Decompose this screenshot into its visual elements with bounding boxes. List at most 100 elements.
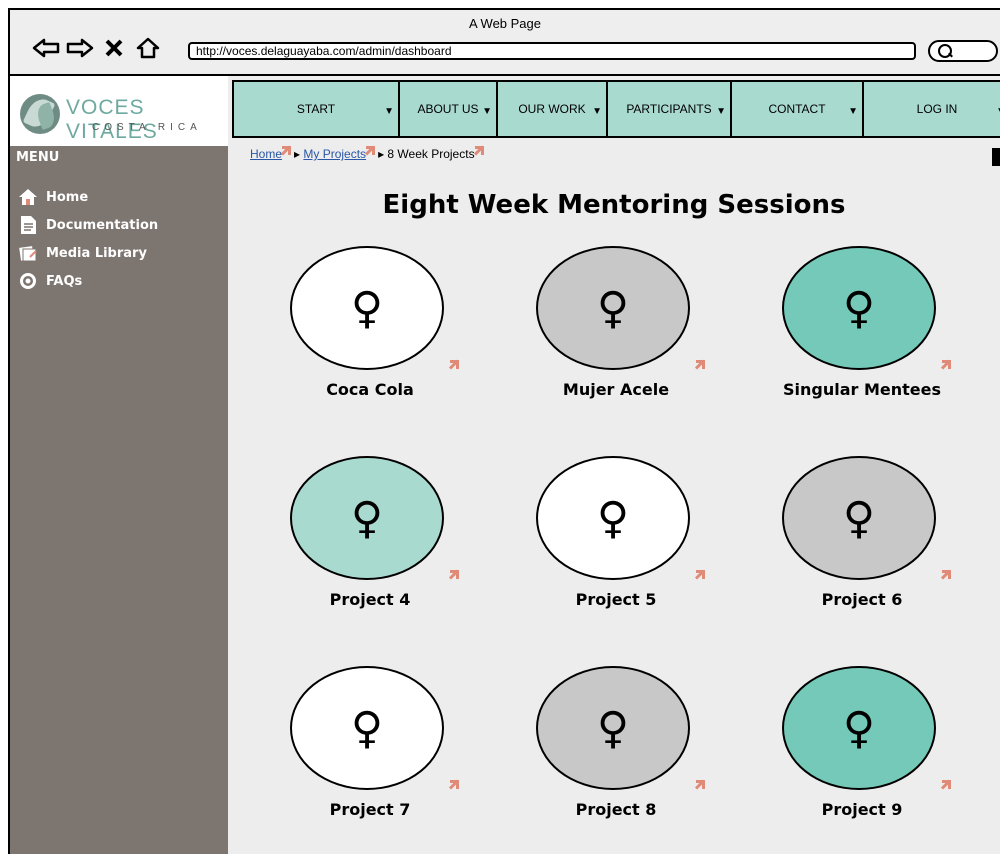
project-card[interactable]: ♀ Mujer Acele bbox=[526, 246, 706, 416]
project-card[interactable]: ♀ Project 6 bbox=[772, 456, 952, 626]
project-card[interactable]: ♀ Project 7 bbox=[280, 666, 460, 836]
project-card[interactable]: ♀ Project 8 bbox=[526, 666, 706, 836]
browser-nav-buttons bbox=[32, 36, 162, 60]
breadcrumb-separator-icon: ▸ bbox=[294, 147, 304, 161]
project-label[interactable]: Project 5 bbox=[506, 590, 726, 609]
nav-label: ABOUT US bbox=[417, 102, 479, 116]
project-card[interactable]: ♀ Project 9 bbox=[772, 666, 952, 836]
site-logo[interactable]: VOCES VITALES COSTA RICA bbox=[10, 76, 228, 146]
link-arrow-icon bbox=[696, 570, 708, 582]
project-label[interactable]: Project 6 bbox=[752, 590, 972, 609]
sidebar-item-label: Documentation bbox=[46, 217, 159, 233]
media-library-icon bbox=[18, 244, 38, 262]
breadcrumb-current: 8 Week Projects bbox=[387, 147, 475, 161]
breadcrumb-projects-link[interactable]: My Projects bbox=[303, 147, 366, 161]
nav-log-in[interactable]: LOG IN ▼ bbox=[862, 80, 1000, 138]
stop-icon[interactable] bbox=[100, 36, 128, 60]
link-arrow-icon bbox=[450, 780, 462, 792]
forward-icon[interactable] bbox=[66, 36, 94, 60]
project-card[interactable]: ♀ Singular Mentees bbox=[772, 246, 952, 416]
project-avatar[interactable]: ♀ bbox=[290, 456, 444, 580]
female-icon: ♀ bbox=[596, 282, 630, 334]
chevron-down-icon: ▼ bbox=[996, 106, 1000, 117]
female-icon: ♀ bbox=[350, 282, 384, 334]
project-label[interactable]: Project 7 bbox=[260, 800, 480, 819]
logo-name: VOCES VITALES bbox=[66, 96, 158, 143]
project-avatar[interactable]: ♀ bbox=[536, 456, 690, 580]
sidebar-item-label: FAQs bbox=[46, 273, 83, 289]
project-avatar[interactable]: ♀ bbox=[290, 666, 444, 790]
nav-contact[interactable]: CONTACT ▼ bbox=[730, 80, 864, 138]
logo-mark-icon bbox=[20, 94, 60, 134]
project-card[interactable]: ♀ Project 5 bbox=[526, 456, 706, 626]
sidebar-title: MENU bbox=[16, 150, 60, 165]
female-icon: ♀ bbox=[842, 702, 876, 754]
browser-search[interactable] bbox=[928, 40, 998, 62]
female-icon: ♀ bbox=[596, 702, 630, 754]
sidebar-item-label: Home bbox=[46, 189, 89, 205]
back-icon[interactable] bbox=[32, 36, 60, 60]
link-arrow-icon bbox=[366, 146, 378, 158]
sidebar-item-faqs[interactable]: FAQs bbox=[18, 270, 82, 292]
link-arrow-icon bbox=[942, 570, 954, 582]
female-icon: ♀ bbox=[350, 492, 384, 544]
chevron-down-icon: ▼ bbox=[592, 106, 602, 117]
home-icon bbox=[18, 188, 38, 206]
project-avatar[interactable]: ♀ bbox=[782, 666, 936, 790]
sidebar: MENU Home Documentation Media Library FA… bbox=[10, 146, 228, 854]
female-icon: ♀ bbox=[842, 492, 876, 544]
chevron-down-icon: ▼ bbox=[848, 106, 858, 117]
chevron-down-icon: ▼ bbox=[716, 106, 726, 117]
nav-label: START bbox=[296, 102, 336, 116]
project-avatar[interactable]: ♀ bbox=[782, 456, 936, 580]
address-bar[interactable]: http://voces.delaguayaba.com/admin/dashb… bbox=[188, 42, 916, 60]
project-label[interactable]: Mujer Acele bbox=[506, 380, 726, 399]
project-avatar[interactable]: ♀ bbox=[536, 666, 690, 790]
project-label[interactable]: Singular Mentees bbox=[752, 380, 972, 399]
female-icon: ♀ bbox=[842, 282, 876, 334]
window-title: A Web Page bbox=[468, 16, 542, 31]
document-icon bbox=[18, 216, 38, 234]
chevron-down-icon: ▼ bbox=[482, 106, 492, 117]
sidebar-item-label: Media Library bbox=[46, 245, 147, 261]
breadcrumb: Home ▸ My Projects ▸ 8 Week Projects bbox=[250, 146, 487, 161]
link-arrow-icon bbox=[942, 780, 954, 792]
nav-about-us[interactable]: ABOUT US ▼ bbox=[398, 80, 498, 138]
project-label[interactable]: Project 9 bbox=[752, 800, 972, 819]
project-card[interactable]: ♀ Project 4 bbox=[280, 456, 460, 626]
link-arrow-icon bbox=[696, 360, 708, 372]
project-avatar[interactable]: ♀ bbox=[782, 246, 936, 370]
nav-label: PARTICIPANTS bbox=[626, 102, 712, 116]
female-icon: ♀ bbox=[350, 702, 384, 754]
breadcrumb-home-link[interactable]: Home bbox=[250, 147, 282, 161]
nav-start[interactable]: START ▼ bbox=[232, 80, 400, 138]
project-avatar[interactable]: ♀ bbox=[290, 246, 444, 370]
scrollbar[interactable] bbox=[992, 148, 1000, 166]
nav-label: LOG IN bbox=[916, 102, 958, 116]
nav-our-work[interactable]: OUR WORK ▼ bbox=[496, 80, 608, 138]
nav-label: OUR WORK bbox=[518, 102, 586, 116]
sidebar-item-home[interactable]: Home bbox=[18, 186, 88, 208]
help-icon bbox=[18, 272, 38, 290]
link-arrow-icon bbox=[696, 780, 708, 792]
project-card[interactable]: ♀ Coca Cola bbox=[280, 246, 460, 416]
link-arrow-icon bbox=[282, 146, 294, 158]
page-title: Eight Week Mentoring Sessions bbox=[382, 190, 846, 220]
project-label[interactable]: Project 4 bbox=[260, 590, 480, 609]
project-label[interactable]: Project 8 bbox=[506, 800, 726, 819]
browser-window: A Web Page http://voces.delaguayaba.com/… bbox=[8, 8, 1000, 854]
link-arrow-icon bbox=[450, 570, 462, 582]
link-arrow-icon bbox=[450, 360, 462, 372]
sidebar-item-documentation[interactable]: Documentation bbox=[18, 214, 158, 236]
link-arrow-icon bbox=[474, 146, 487, 158]
top-navigation: START ▼ ABOUT US ▼ OUR WORK ▼ PARTICIPAN… bbox=[232, 80, 1000, 140]
logo-subtitle: COSTA RICA bbox=[92, 122, 202, 133]
project-label[interactable]: Coca Cola bbox=[260, 380, 480, 399]
project-avatar[interactable]: ♀ bbox=[536, 246, 690, 370]
sidebar-item-media-library[interactable]: Media Library bbox=[18, 242, 147, 264]
nav-participants[interactable]: PARTICIPANTS ▼ bbox=[606, 80, 732, 138]
home-browser-icon[interactable] bbox=[134, 36, 162, 60]
search-icon bbox=[938, 44, 952, 58]
browser-toolbar: A Web Page http://voces.delaguayaba.com/… bbox=[10, 10, 1000, 76]
chevron-down-icon: ▼ bbox=[384, 106, 394, 117]
